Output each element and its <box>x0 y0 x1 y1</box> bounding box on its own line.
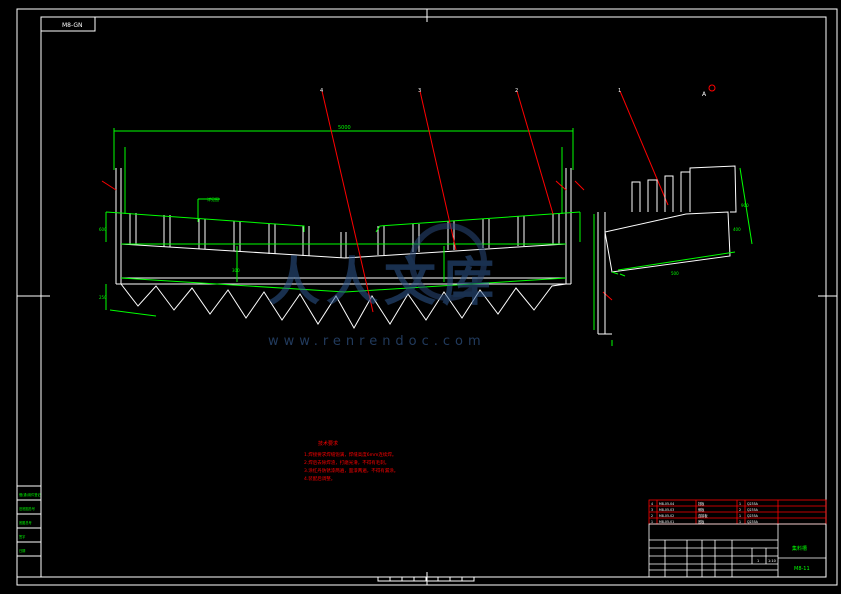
notes-item-2: 2.焊后去除焊渣，打磨光滑，不得有毛刺。 <box>304 459 389 466</box>
overall-dim: 5000 <box>338 125 351 131</box>
bom-row-mat: Q235A <box>747 502 759 506</box>
callout-label: 详见图 <box>207 196 219 202</box>
bottom-ruler <box>377 576 475 582</box>
dim-left-1: 600 <box>99 227 107 232</box>
bom-row-name: 底板 <box>698 519 705 524</box>
bom-row-no: 3 <box>651 508 653 512</box>
bom-row-mat: Q235A <box>747 508 759 512</box>
bom-rows: 4 M8-05-04 挡板 1 Q235A 3 M8-05-03 侧板 2 Q2… <box>651 501 759 524</box>
dim-right-3: 500 <box>671 271 679 276</box>
section-mark: A <box>702 91 707 98</box>
watermark-url: www.renrendoc.com <box>268 334 486 349</box>
drawing-code: M8-GN <box>62 22 83 29</box>
bom-row-code: M8-05-01 <box>659 520 674 524</box>
bom-row-mat: Q235A <box>747 520 759 524</box>
bom-row-no: 4 <box>651 502 653 506</box>
notes-item-4: 4.装配后调整。 <box>304 475 335 482</box>
bom-row-qty: 1 <box>739 502 741 506</box>
title-drawing-no: M8-11 <box>794 566 810 572</box>
bom-row-code: M8-05-02 <box>659 514 674 518</box>
balloon-2: 2 <box>515 88 518 94</box>
left-col-5: 日期 <box>19 548 25 553</box>
balloon-3: 3 <box>418 88 421 94</box>
bom-row-name: 侧板 <box>698 507 705 512</box>
title-scale: 1:10 <box>768 559 776 563</box>
dim-mid: 300 <box>232 268 240 273</box>
bom-row-code: M8-05-04 <box>659 502 674 506</box>
watermark-glyphs: 人人文库 <box>268 253 500 313</box>
left-col-3: 底图总号 <box>19 520 32 525</box>
notes-item-3: 3.涂红丹防锈漆两遍，面漆两遍，不得有漏涂。 <box>304 467 398 474</box>
bom-row-name: 挡板 <box>698 501 705 506</box>
title-part-name: 集料槽 <box>792 545 807 552</box>
balloon-4: 4 <box>320 88 323 94</box>
bom-row-qty: 2 <box>739 508 741 512</box>
side-view <box>597 165 737 335</box>
title-sheet: 1 <box>757 559 759 563</box>
bom-row-mat: Q235A <box>747 514 759 518</box>
left-col-4: 签字 <box>19 534 25 539</box>
left-column-block <box>16 485 42 578</box>
bom-table <box>648 499 827 525</box>
dim-right-2: 400 <box>733 227 741 232</box>
left-col-1: 借(通)用件登记 <box>19 492 41 497</box>
notes-title: 技术要求 <box>318 440 338 447</box>
dim-right-1: 900 <box>741 203 749 208</box>
bom-row-name: 连接板 <box>698 513 708 518</box>
dim-left-2: 250 <box>99 295 107 300</box>
left-col-2: 旧底图总号 <box>19 506 35 511</box>
bom-row-code: M8-05-03 <box>659 508 674 512</box>
bom-row-qty: 1 <box>739 520 741 524</box>
cad-drawing: M8-GN 5000 详见图 600 250 300 4 3 2 1 A 900… <box>16 8 838 586</box>
balloon-1: 1 <box>618 88 621 94</box>
bom-row-no: 1 <box>651 520 653 524</box>
bom-row-qty: 1 <box>739 514 741 518</box>
bom-row-no: 2 <box>651 514 653 518</box>
notes-item-1: 1.焊接要求焊缝饱满，焊缝高度6mm连续焊。 <box>304 451 396 458</box>
